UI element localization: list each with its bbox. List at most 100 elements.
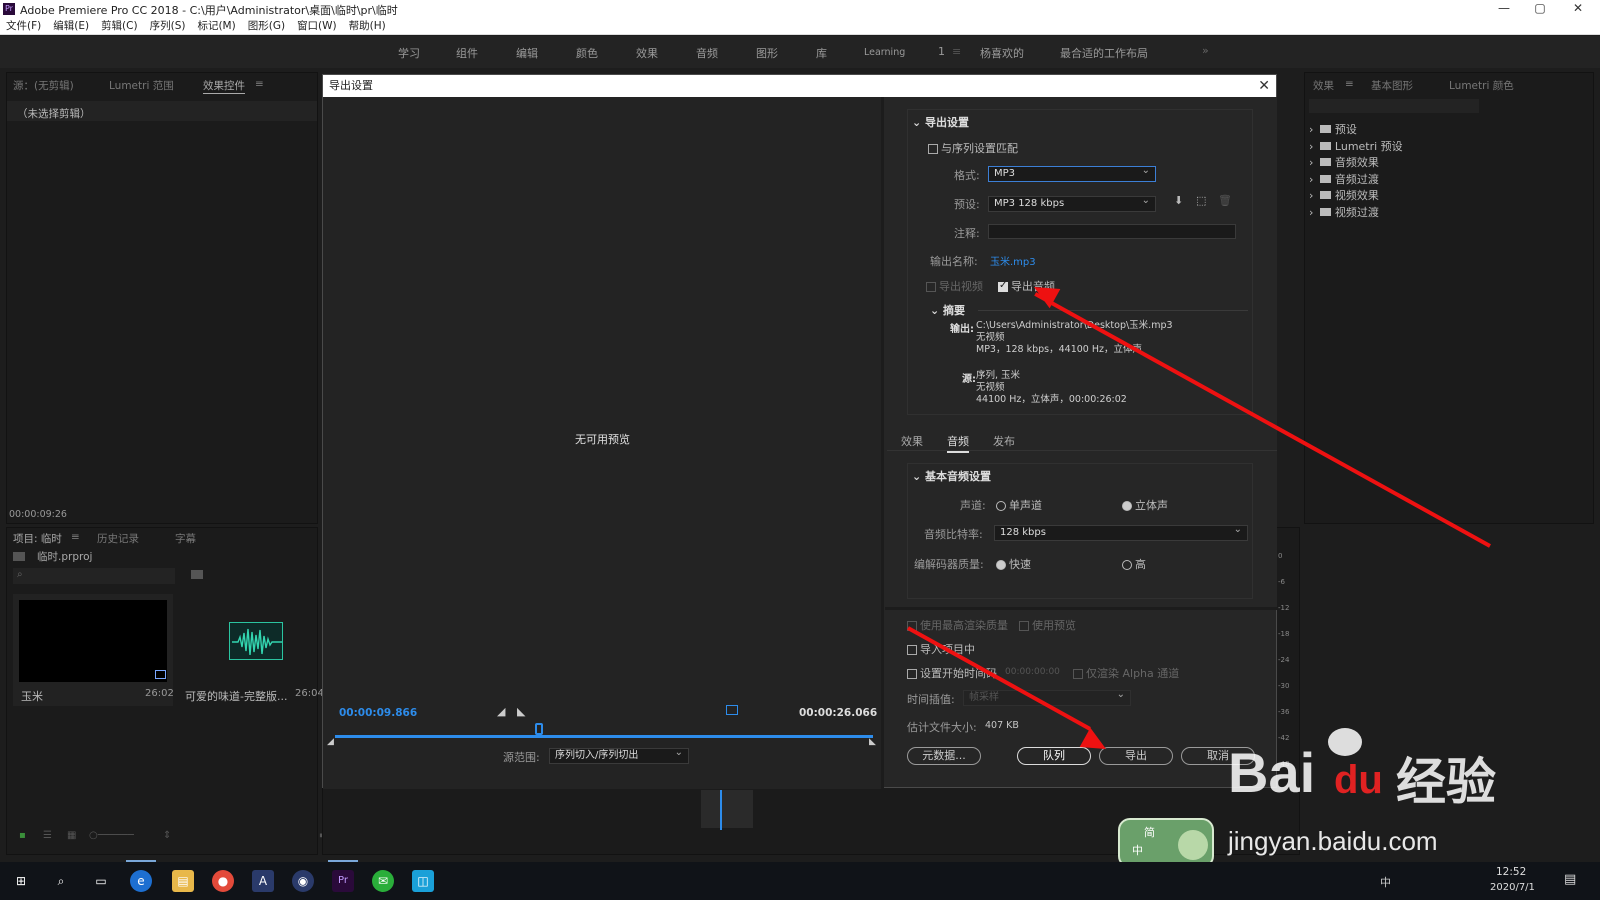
- workspace-editing[interactable]: 编辑: [516, 45, 538, 61]
- mark-in-icon[interactable]: ◢: [497, 705, 505, 718]
- comments-input[interactable]: [988, 224, 1236, 239]
- menu-window[interactable]: 窗口(W): [297, 18, 337, 35]
- metadata-button[interactable]: 元数据...: [907, 747, 981, 765]
- import-preset-icon[interactable]: ⬚: [1196, 194, 1206, 207]
- menu-clip[interactable]: 剪辑(C): [101, 18, 138, 35]
- clock-date[interactable]: 2020/7/1: [1490, 882, 1535, 893]
- start-timecode-field[interactable]: 00:00:00:00: [1005, 667, 1060, 677]
- workspace-best[interactable]: 最合适的工作布局: [1060, 45, 1148, 61]
- lock-icon[interactable]: ▪: [19, 830, 26, 841]
- workspace-color[interactable]: 颜色: [576, 45, 598, 61]
- tab-effect-controls[interactable]: 效果控件: [203, 78, 245, 94]
- panel-menu-icon[interactable]: ≡: [255, 78, 264, 90]
- format-select[interactable]: MP3: [988, 164, 1156, 182]
- tree-item-video-effects[interactable]: › 视频效果: [1309, 187, 1509, 204]
- task-view-icon[interactable]: ▭: [90, 870, 112, 892]
- scrub-bar[interactable]: [335, 723, 873, 738]
- audio-thumbnail-item[interactable]: 可爱的味道-完整版... 26:04: [177, 594, 324, 706]
- menu-help[interactable]: 帮助(H): [349, 18, 386, 35]
- tab-history[interactable]: 历史记录: [97, 531, 139, 546]
- tab-essential-graphics[interactable]: 基本图形: [1371, 78, 1413, 93]
- save-preset-icon[interactable]: ⬇: [1174, 194, 1183, 207]
- clip-thumbnail-item[interactable]: 玉米 26:02: [13, 594, 174, 706]
- workspace-assembly[interactable]: 组件: [456, 45, 478, 61]
- export-video-checkbox[interactable]: 导出视频: [926, 278, 983, 294]
- menu-edit[interactable]: 编辑(E): [53, 18, 89, 35]
- tree-item-audio-transitions[interactable]: › 音频过渡: [1309, 171, 1509, 188]
- menu-sequence[interactable]: 序列(S): [150, 18, 186, 35]
- menu-file[interactable]: 文件(F): [6, 18, 41, 35]
- quality-high-radio[interactable]: 高: [1122, 556, 1146, 572]
- workspace-effects[interactable]: 效果: [636, 45, 658, 61]
- workspace-1[interactable]: 1: [938, 45, 945, 58]
- tab-publish[interactable]: 发布: [993, 433, 1015, 449]
- tab-project[interactable]: 项目: 临时: [13, 531, 62, 546]
- mark-out-icon[interactable]: ◣: [517, 705, 525, 718]
- tree-item-audio-effects[interactable]: › 音频效果: [1309, 154, 1509, 171]
- range-end-handle[interactable]: ◣: [869, 737, 876, 747]
- project-search-input[interactable]: ⌕: [13, 568, 175, 584]
- tab-lumetri-color[interactable]: Lumetri 颜色: [1449, 78, 1514, 93]
- maximize-button[interactable]: ▢: [1522, 0, 1558, 18]
- use-previews-checkbox[interactable]: 使用预览: [1019, 617, 1076, 633]
- app-icon-1[interactable]: A: [252, 870, 274, 892]
- dialog-close-button[interactable]: ✕: [1258, 75, 1270, 97]
- sort-icon[interactable]: ⇕: [163, 830, 171, 841]
- workspace-learning[interactable]: Learning: [864, 47, 905, 58]
- preset-select[interactable]: MP3 128 kbps: [988, 194, 1156, 212]
- zoom-slider[interactable]: ○──────: [89, 830, 134, 841]
- tab-source[interactable]: 源：(无剪辑): [13, 78, 74, 93]
- output-name-link[interactable]: 玉米.mp3: [990, 253, 1036, 268]
- minimize-button[interactable]: —: [1486, 0, 1522, 18]
- icon-view-icon[interactable]: ▦: [67, 830, 76, 841]
- timeline-playhead[interactable]: [720, 790, 722, 830]
- effects-menu-icon[interactable]: ≡: [1345, 78, 1354, 90]
- wechat-icon[interactable]: ✉: [372, 870, 394, 892]
- tree-item-lumetri-presets[interactable]: › Lumetri 预设: [1309, 138, 1509, 155]
- tab-effects[interactable]: 效果: [1313, 78, 1334, 93]
- summary-header[interactable]: ⌄ 摘要: [930, 302, 965, 318]
- project-menu-icon[interactable]: ≡: [71, 531, 80, 543]
- export-button[interactable]: 导出: [1099, 747, 1173, 765]
- close-window-button[interactable]: ✕: [1560, 0, 1596, 18]
- baidu-netdisk-icon[interactable]: ◉: [292, 870, 314, 892]
- search-icon[interactable]: ⌕: [50, 870, 72, 892]
- workspace-custom[interactable]: 杨喜欢的: [980, 45, 1024, 61]
- max-render-quality-checkbox[interactable]: 使用最高渲染质量: [907, 617, 1008, 633]
- app-icon-2[interactable]: ◫: [412, 870, 434, 892]
- stereo-radio[interactable]: 立体声: [1122, 497, 1168, 513]
- new-bin-icon[interactable]: [191, 570, 203, 579]
- tab-captions[interactable]: 字幕: [175, 531, 196, 546]
- workspace-libraries[interactable]: 库: [816, 45, 827, 61]
- range-start-handle[interactable]: ◢: [327, 737, 334, 747]
- workspace-menu-icon[interactable]: ≡: [952, 45, 961, 58]
- queue-button[interactable]: 队列: [1017, 747, 1091, 765]
- tree-item-presets[interactable]: › 预设: [1309, 121, 1509, 138]
- aspect-icon[interactable]: [726, 705, 738, 715]
- delete-preset-icon[interactable]: 🗑: [1218, 194, 1232, 207]
- current-timecode[interactable]: 00:00:09.866: [339, 707, 417, 719]
- ime-indicator[interactable]: 中: [1380, 874, 1391, 890]
- list-view-icon[interactable]: ☰: [43, 830, 52, 841]
- match-sequence-checkbox[interactable]: 与序列设置匹配: [928, 140, 1018, 156]
- workspace-audio[interactable]: 音频: [696, 45, 718, 61]
- quality-fast-radio[interactable]: 快速: [996, 556, 1031, 572]
- tab-audio-settings[interactable]: 音频: [947, 433, 969, 453]
- export-settings-header[interactable]: ⌄ 导出设置: [912, 114, 969, 130]
- menu-markers[interactable]: 标记(M): [197, 18, 235, 35]
- menu-graphics[interactable]: 图形(G): [248, 18, 285, 35]
- chrome-icon[interactable]: ●: [212, 870, 234, 892]
- tab-effects-settings[interactable]: 效果: [901, 433, 923, 449]
- workspace-learn[interactable]: 学习: [398, 45, 420, 61]
- tab-lumetri-scopes[interactable]: Lumetri 范围: [109, 78, 174, 93]
- scrub-playhead[interactable]: [535, 723, 544, 735]
- browser-icon[interactable]: e: [130, 870, 152, 892]
- effects-search-input[interactable]: [1309, 99, 1479, 113]
- workspace-graphics[interactable]: 图形: [756, 45, 778, 61]
- tree-item-video-transitions[interactable]: › 视频过渡: [1309, 204, 1509, 221]
- clock-time[interactable]: 12:52: [1496, 866, 1526, 878]
- notification-icon[interactable]: ▤: [1564, 872, 1576, 887]
- workspace-overflow-icon[interactable]: »: [1202, 44, 1209, 57]
- render-alpha-only-checkbox[interactable]: 仅渲染 Alpha 通道: [1073, 665, 1179, 681]
- mono-radio[interactable]: 单声道: [996, 497, 1042, 513]
